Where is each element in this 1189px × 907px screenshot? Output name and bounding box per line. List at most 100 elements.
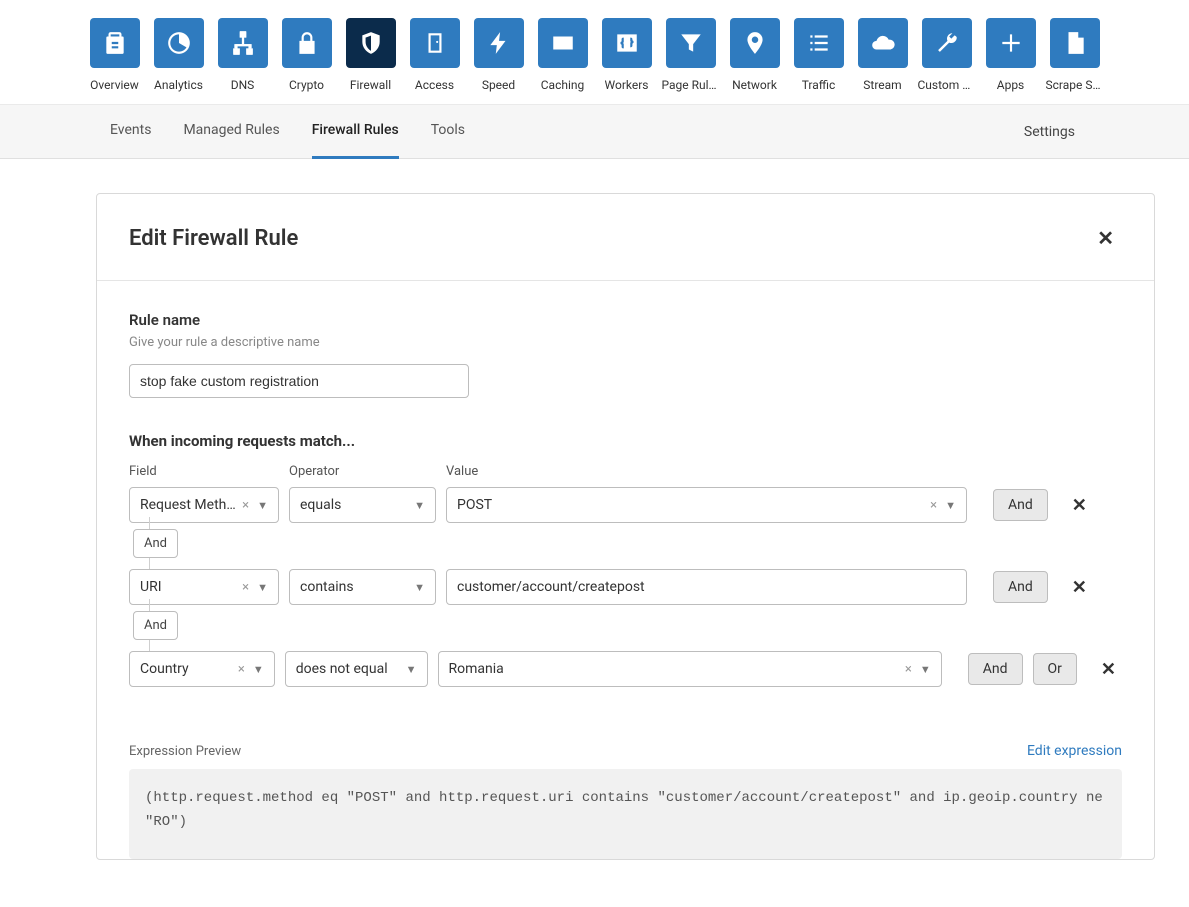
top-nav: Overview Analytics DNS Crypto Firewall Access… <box>0 0 1189 105</box>
expression-preview: (http.request.method eq "POST" and http.… <box>129 769 1122 859</box>
settings-link[interactable]: Settings <box>1024 124 1165 140</box>
nav-label: Crypto <box>289 78 324 92</box>
chevron-down-icon: ▼ <box>414 499 425 512</box>
clipboard-icon <box>90 18 140 68</box>
value-text: POST <box>457 497 924 513</box>
cloud-icon <box>858 18 908 68</box>
card-header: Edit Firewall Rule ✕ <box>97 194 1154 281</box>
chevron-down-icon: ▼ <box>945 499 956 512</box>
nav-custom-p-[interactable]: Custom P... <box>922 18 972 92</box>
rule-name-label: Rule name <box>129 311 1122 329</box>
clear-icon[interactable]: × <box>236 580 255 595</box>
nav-workers[interactable]: Workers <box>602 18 652 92</box>
rule-name-input[interactable] <box>129 364 469 398</box>
nav-label: Traffic <box>802 78 836 92</box>
and-button[interactable]: And <box>993 489 1048 521</box>
nav-label: Page Rules <box>662 78 720 92</box>
funnel-icon <box>666 18 716 68</box>
tab-firewall-rules[interactable]: Firewall Rules <box>312 105 399 159</box>
field-select[interactable]: URI×▼ <box>129 569 279 605</box>
firewall-rule-card: Edit Firewall Rule ✕ Rule name Give your… <box>96 193 1155 860</box>
card-body: Rule name Give your rule a descriptive n… <box>97 281 1154 859</box>
plus-icon <box>986 18 1036 68</box>
nav-crypto[interactable]: Crypto <box>282 18 332 92</box>
field-select[interactable]: Request Meth...×▼ <box>129 487 279 523</box>
tab-managed-rules[interactable]: Managed Rules <box>183 105 279 159</box>
field-value: URI <box>140 579 236 595</box>
edit-expression-link[interactable]: Edit expression <box>1027 743 1122 759</box>
nav-apps[interactable]: Apps <box>986 18 1036 92</box>
value-input[interactable]: Romania×▼ <box>438 651 942 687</box>
rule-row: URI×▼contains▼customer/account/createpos… <box>129 569 1122 605</box>
nav-label: Access <box>415 78 454 92</box>
col-header-field: Field <box>129 464 279 479</box>
nav-label: Custom P... <box>918 78 976 92</box>
and-button[interactable]: And <box>993 571 1048 603</box>
chevron-down-icon: ▼ <box>414 581 425 594</box>
clear-icon[interactable]: × <box>232 662 251 677</box>
nav-label: Caching <box>541 78 585 92</box>
rule-rows: Request Meth...×▼equals▼POST×▼And✕AndURI… <box>129 487 1122 687</box>
nav-analytics[interactable]: Analytics <box>154 18 204 92</box>
wrench-icon <box>922 18 972 68</box>
door-icon <box>410 18 460 68</box>
nav-firewall[interactable]: Firewall <box>346 18 396 92</box>
match-section-title: When incoming requests match... <box>129 432 1122 450</box>
operator-select[interactable]: does not equal▼ <box>285 651 428 687</box>
connector: And <box>147 605 1122 651</box>
nav-access[interactable]: Access <box>410 18 460 92</box>
column-headers: Field Operator Value <box>129 464 1122 479</box>
field-value: Request Meth... <box>140 497 236 513</box>
value-input[interactable]: POST×▼ <box>446 487 967 523</box>
connector-label[interactable]: And <box>133 611 178 640</box>
nav-overview[interactable]: Overview <box>90 18 140 92</box>
rule-row: Request Meth...×▼equals▼POST×▼And✕ <box>129 487 1122 523</box>
nav-traffic[interactable]: Traffic <box>794 18 844 92</box>
clear-icon[interactable]: × <box>236 498 255 513</box>
value-input[interactable]: customer/account/createpost <box>446 569 967 605</box>
card-icon <box>538 18 588 68</box>
value-text: customer/account/createpost <box>457 579 956 595</box>
card-title: Edit Firewall Rule <box>129 226 298 251</box>
tab-tools[interactable]: Tools <box>431 105 465 159</box>
tab-events[interactable]: Events <box>110 105 151 159</box>
nav-label: Analytics <box>154 78 203 92</box>
logic-buttons: And Or <box>968 653 1077 685</box>
close-icon[interactable]: ✕ <box>1089 222 1122 254</box>
connector-label[interactable]: And <box>133 529 178 558</box>
or-button[interactable]: Or <box>1033 653 1077 685</box>
nav-stream[interactable]: Stream <box>858 18 908 92</box>
nav-label: Apps <box>997 78 1025 92</box>
nav-dns[interactable]: DNS <box>218 18 268 92</box>
nav-label: Firewall <box>350 78 391 92</box>
chevron-down-icon: ▼ <box>920 663 931 676</box>
remove-row-icon[interactable]: ✕ <box>1066 573 1093 602</box>
list-icon <box>794 18 844 68</box>
nav-caching[interactable]: Caching <box>538 18 588 92</box>
operator-select[interactable]: contains▼ <box>289 569 436 605</box>
operator-value: equals <box>300 497 412 513</box>
nav-label: DNS <box>231 78 255 92</box>
braces-icon <box>602 18 652 68</box>
col-header-value: Value <box>446 464 967 479</box>
chevron-down-icon: ▼ <box>257 581 268 594</box>
nav-page-rules[interactable]: Page Rules <box>666 18 716 92</box>
chevron-down-icon: ▼ <box>257 499 268 512</box>
and-button[interactable]: And <box>968 653 1023 685</box>
chevron-down-icon: ▼ <box>406 663 417 676</box>
clear-icon[interactable]: × <box>924 498 943 513</box>
clear-icon[interactable]: × <box>899 662 918 677</box>
chevron-down-icon: ▼ <box>253 663 264 676</box>
rule-name-help: Give your rule a descriptive name <box>129 335 1122 350</box>
operator-select[interactable]: equals▼ <box>289 487 436 523</box>
field-value: Country <box>140 661 232 677</box>
remove-row-icon[interactable]: ✕ <box>1095 655 1122 684</box>
nav-label: Stream <box>863 78 901 92</box>
nav-speed[interactable]: Speed <box>474 18 524 92</box>
remove-row-icon[interactable]: ✕ <box>1066 491 1093 520</box>
nav-label: Speed <box>482 78 515 92</box>
nav-network[interactable]: Network <box>730 18 780 92</box>
field-select[interactable]: Country×▼ <box>129 651 275 687</box>
nav-label: Network <box>732 78 777 92</box>
nav-scrape-shi-[interactable]: Scrape Shi... <box>1050 18 1100 92</box>
